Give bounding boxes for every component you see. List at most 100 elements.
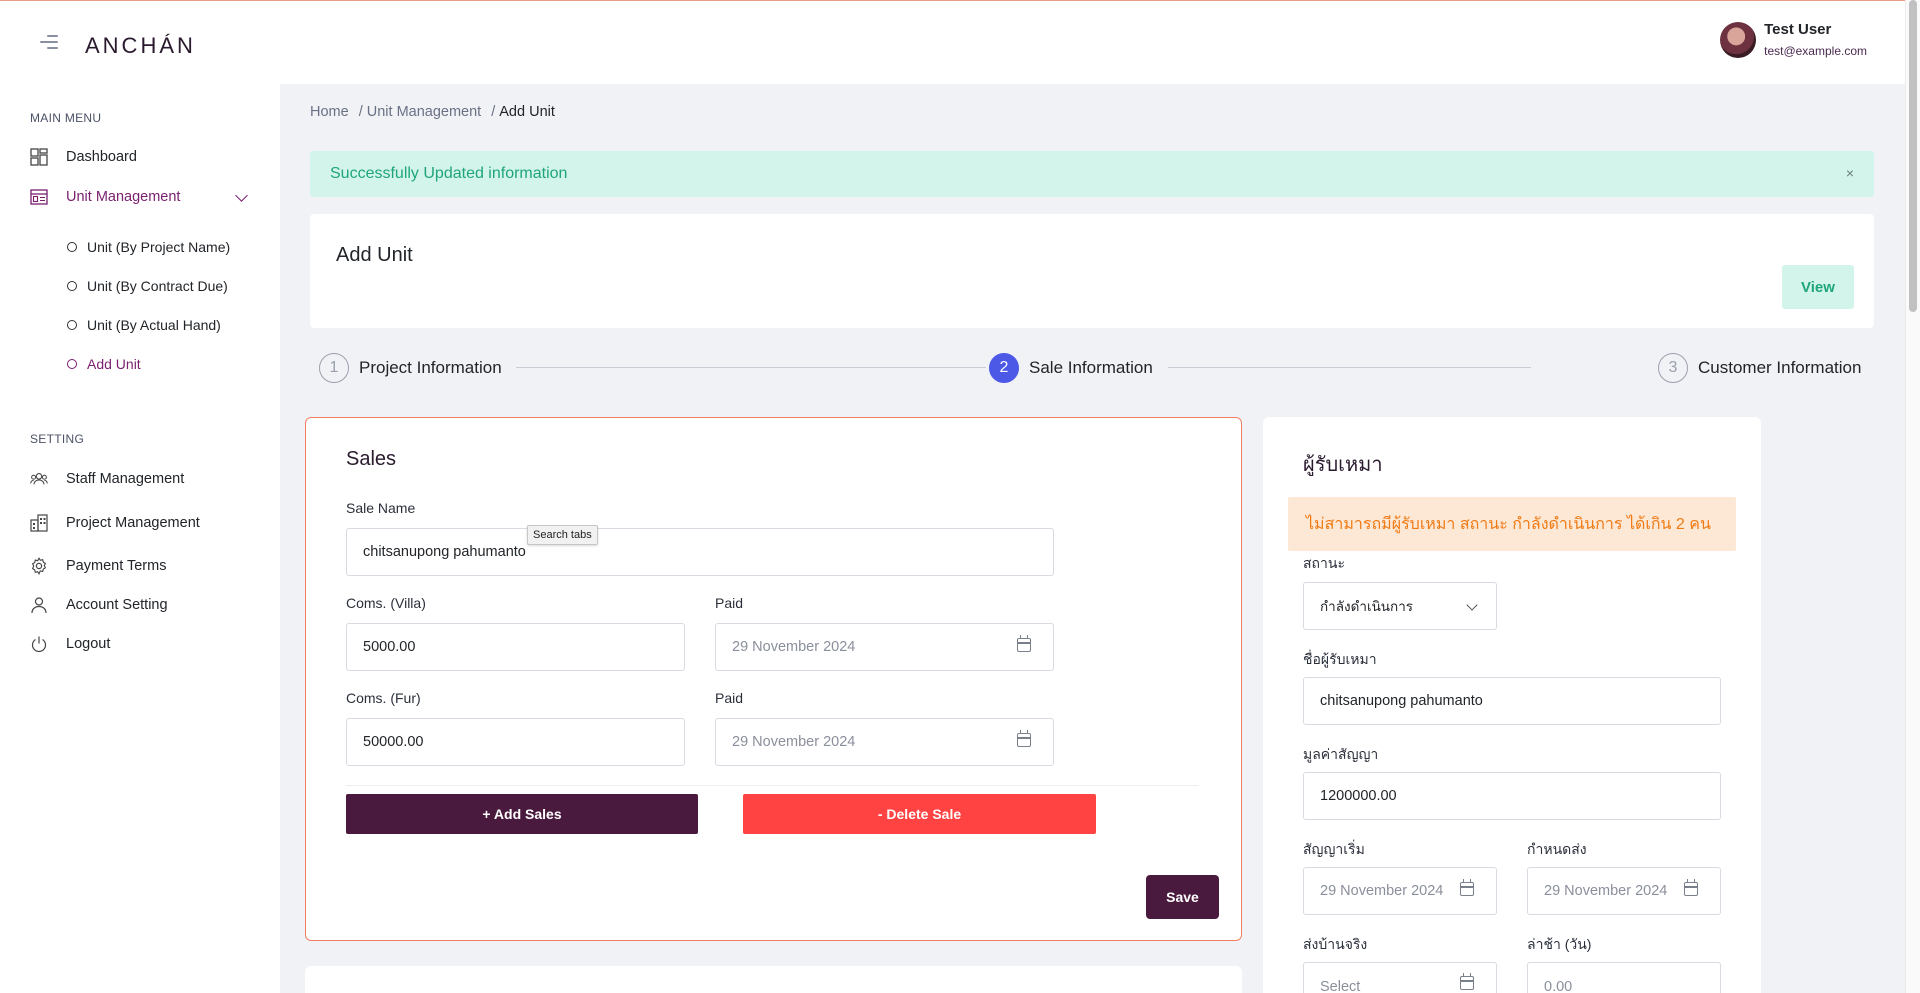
step-sale-information[interactable]: 2 Sale Information — [989, 353, 1153, 383]
breadcrumb-unit-management[interactable]: Unit Management — [367, 104, 481, 120]
avatar[interactable] — [1720, 21, 1757, 58]
due-label: กำหนดส่ง — [1527, 841, 1587, 857]
hamburger-menu-icon[interactable] — [40, 35, 58, 49]
tooltip: Search tabs — [527, 525, 598, 545]
paid-villa-date-input[interactable]: 29 November 2024 — [715, 623, 1054, 671]
coms-fur-label: Coms. (Fur) — [346, 690, 421, 706]
add-sales-button[interactable]: + Add Sales — [346, 794, 698, 834]
sidebar: MAIN MENU Dashboard Unit Management Unit… — [0, 84, 280, 993]
sidebar-item-payment-terms[interactable]: Payment Terms — [30, 557, 166, 575]
status-value: กำลังดำเนินการ — [1320, 599, 1414, 614]
step-number: 3 — [1658, 353, 1688, 383]
contract-value-input[interactable]: 1200000.00 — [1303, 772, 1721, 820]
alert-message: Successfully Updated information — [330, 165, 568, 182]
step-connector — [1168, 367, 1531, 368]
sidebar-item-logout[interactable]: Logout — [30, 635, 110, 653]
calendar-icon[interactable] — [1684, 879, 1698, 896]
sales-card — [305, 417, 1242, 941]
date-value: 29 November 2024 — [1320, 883, 1444, 899]
divider — [346, 785, 1199, 786]
coms-fur-input[interactable]: 50000.00 — [346, 718, 685, 766]
user-email: test@example.com — [1764, 44, 1867, 58]
setting-title: SETTING — [30, 432, 85, 446]
chevron-down-icon[interactable] — [235, 189, 248, 202]
breadcrumb-separator: / — [358, 104, 363, 120]
chevron-down-icon — [1466, 599, 1478, 611]
calendar-icon[interactable] — [1017, 635, 1031, 652]
contract-start-label: สัญญาเริ่ม — [1303, 841, 1365, 857]
sidebar-item-project-management[interactable]: Project Management — [30, 514, 200, 532]
user-profile[interactable]: Test User test@example.com — [1720, 21, 1867, 58]
circle-icon — [67, 281, 77, 291]
status-select[interactable]: กำลังดำเนินการ — [1303, 582, 1497, 630]
coms-villa-input[interactable]: 5000.00 — [346, 623, 685, 671]
building-icon — [30, 514, 48, 532]
view-button[interactable]: View — [1782, 265, 1854, 309]
sales-title: Sales — [346, 448, 397, 470]
date-value: 29 November 2024 — [732, 734, 856, 750]
actual-delivery-date-input[interactable]: Select — [1303, 962, 1497, 993]
sidebar-item-account-setting[interactable]: Account Setting — [30, 596, 168, 614]
date-value: 29 November 2024 — [732, 639, 856, 655]
main-menu-title: MAIN MENU — [30, 111, 102, 125]
sidebar-subitem-unit-by-actual-hand[interactable]: Unit (By Actual Hand) — [67, 317, 221, 333]
sidebar-item-dashboard[interactable]: Dashboard — [30, 148, 137, 166]
actual-delivery-label: ส่งบ้านจริง — [1303, 936, 1368, 952]
save-button[interactable]: Save — [1146, 875, 1219, 919]
delay-days-label: ล่าช้า (วัน) — [1527, 936, 1592, 952]
gear-icon — [30, 557, 48, 575]
delay-days-input[interactable]: 0.00 — [1527, 962, 1721, 993]
contract-start-date-input[interactable]: 29 November 2024 — [1303, 867, 1497, 915]
calendar-icon[interactable] — [1460, 973, 1474, 990]
contractor-name-label: ชื่อผู้รับเหมา — [1303, 651, 1377, 667]
step-project-information[interactable]: 1 Project Information — [319, 353, 502, 383]
paid-fur-label: Paid — [715, 690, 744, 706]
close-icon[interactable]: × — [1846, 165, 1854, 181]
date-placeholder: Select — [1320, 979, 1361, 993]
step-number: 1 — [319, 353, 349, 383]
step-number: 2 — [989, 353, 1019, 383]
paid-fur-date-input[interactable]: 29 November 2024 — [715, 718, 1054, 766]
power-icon — [30, 635, 48, 653]
date-value: 29 November 2024 — [1544, 883, 1668, 899]
sale-name-label: Sale Name — [346, 500, 416, 516]
brand-logo[interactable]: ANCHÁN — [85, 33, 196, 59]
calendar-icon[interactable] — [1460, 879, 1474, 896]
sidebar-item-unit-management[interactable]: Unit Management — [30, 188, 180, 206]
sidebar-subitem-unit-by-contract[interactable]: Unit (By Contract Due) — [67, 278, 228, 294]
calendar-icon[interactable] — [1017, 730, 1031, 747]
due-date-input[interactable]: 29 November 2024 — [1527, 867, 1721, 915]
sidebar-item-label: Staff Management — [66, 471, 185, 487]
breadcrumb: Home / Unit Management / Add Unit — [310, 104, 555, 120]
sidebar-subitem-label: Unit (By Project Name) — [87, 239, 231, 255]
contractor-title: ผู้รับเหมา — [1303, 454, 1383, 476]
scrollbar-thumb[interactable] — [1909, 0, 1917, 312]
contractor-name-input[interactable]: chitsanupong pahumanto — [1303, 677, 1721, 725]
circle-icon — [67, 320, 77, 330]
stepper: 1 Project Information 2 Sale Information… — [319, 353, 1867, 383]
user-icon — [30, 596, 48, 614]
sidebar-subitem-label: Unit (By Contract Due) — [87, 278, 228, 294]
delete-sale-button[interactable]: - Delete Sale — [743, 794, 1096, 834]
step-customer-information[interactable]: 3 Customer Information — [1658, 353, 1861, 383]
circle-icon — [67, 359, 77, 369]
next-card — [305, 966, 1242, 993]
sale-name-input[interactable]: chitsanupong pahumanto — [346, 528, 1054, 576]
users-icon — [30, 470, 48, 488]
dashboard-icon — [30, 148, 48, 166]
sidebar-item-label: Dashboard — [66, 149, 137, 165]
sidebar-item-label: Account Setting — [66, 597, 168, 613]
success-alert: Successfully Updated information × — [310, 151, 1874, 197]
sidebar-item-label: Payment Terms — [66, 558, 167, 574]
sidebar-item-staff-management[interactable]: Staff Management — [30, 470, 184, 488]
contract-value-label: มูลค่าสัญญา — [1303, 746, 1379, 762]
page-scrollbar[interactable] — [1905, 0, 1920, 993]
page-title: Add Unit — [336, 244, 413, 266]
sidebar-subitem-unit-by-project[interactable]: Unit (By Project Name) — [67, 239, 230, 255]
sidebar-item-label: Logout — [66, 636, 111, 652]
coms-villa-label: Coms. (Villa) — [346, 595, 426, 611]
top-bar: ANCHÁN Test User test@example.com — [0, 0, 1905, 84]
paid-villa-label: Paid — [715, 595, 744, 611]
breadcrumb-home[interactable]: Home — [310, 104, 349, 120]
sidebar-subitem-add-unit[interactable]: Add Unit — [67, 356, 141, 372]
